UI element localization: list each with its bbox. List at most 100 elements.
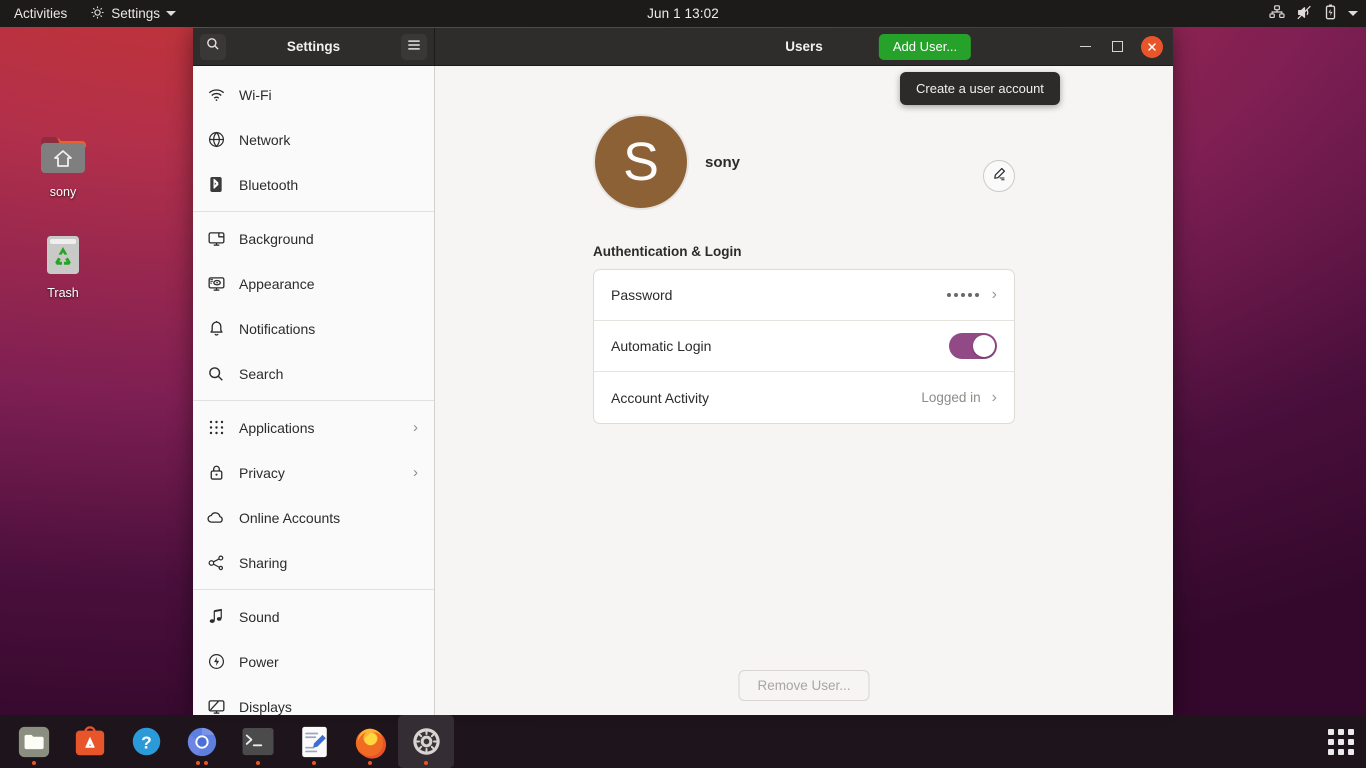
dock-indicator [230, 761, 286, 765]
sidebar-item-label: Sound [239, 608, 280, 625]
sidebar-item-label: Background [239, 230, 314, 247]
dock-item-files[interactable] [6, 715, 62, 768]
sidebar-item-label: Applications [239, 419, 315, 436]
add-user-button[interactable]: Add User... [878, 33, 972, 60]
sidebar-item-bluetooth[interactable]: Bluetooth [193, 162, 434, 207]
dock-item-ubuntu-software[interactable] [62, 715, 118, 768]
hamburger-menu-icon [407, 38, 421, 56]
gnome-top-bar: Activities Settings Jun 1 13:02 [0, 0, 1366, 27]
sidebar-item-label: Power [239, 653, 279, 670]
maximize-button[interactable] [1109, 39, 1125, 55]
apps-grid-icon [207, 420, 225, 435]
show-applications-button[interactable] [1328, 728, 1366, 755]
dock-item-text-editor[interactable] [286, 715, 342, 768]
chevron-right-icon: › [413, 419, 418, 436]
hamburger-menu-button[interactable] [401, 33, 427, 60]
dock-indicator [174, 761, 230, 765]
close-button[interactable] [1141, 35, 1163, 58]
dock-indicator [342, 761, 398, 765]
app-menu-label: Settings [111, 6, 161, 21]
background-icon [207, 231, 225, 247]
sidebar-item-sound[interactable]: Sound [193, 594, 434, 639]
window-header-right: Users Add User... [435, 28, 1173, 65]
sidebar-separator [193, 211, 434, 212]
sidebar-item-appearance[interactable]: Appearance [193, 261, 434, 306]
home-folder-icon [38, 133, 88, 180]
sidebar-separator [193, 400, 434, 401]
add-user-tooltip: Create a user account [900, 72, 1060, 105]
dock-item-help[interactable]: ? [118, 715, 174, 768]
volume-muted-icon [1296, 5, 1313, 23]
sidebar-header: Settings [193, 28, 435, 65]
row-password[interactable]: Password › [594, 270, 1014, 321]
remove-user-button[interactable]: Remove User... [738, 670, 870, 701]
gear-icon [90, 5, 105, 23]
bell-icon [207, 320, 225, 337]
row-account-activity[interactable]: Account Activity Logged in › [594, 372, 1014, 423]
settings-sidebar[interactable]: Wi-Fi Network Bluetooth Background Appea… [193, 66, 435, 715]
clock[interactable]: Jun 1 13:02 [0, 6, 1366, 21]
activities-button[interactable]: Activities [0, 0, 81, 27]
chevron-down-icon [166, 11, 177, 16]
sidebar-item-label: Privacy [239, 464, 285, 481]
sidebar-item-label: Displays [239, 698, 292, 715]
sidebar-item-wifi[interactable]: Wi-Fi [193, 72, 434, 117]
sidebar-item-displays[interactable]: Displays [193, 684, 434, 715]
row-label: Automatic Login [611, 338, 712, 354]
activities-label: Activities [14, 6, 68, 21]
sidebar-item-network[interactable]: Network [193, 117, 434, 162]
dock-items: ? [0, 715, 454, 768]
dock-item-terminal[interactable] [230, 715, 286, 768]
display-icon [207, 699, 225, 715]
desktop-icon-home[interactable]: sony [21, 133, 105, 200]
firefox-icon [355, 728, 387, 759]
help-icon: ? [132, 727, 160, 756]
sidebar-item-notifications[interactable]: Notifications [193, 306, 434, 351]
desktop-icon-label: sony [49, 185, 77, 199]
desktop-icon-trash[interactable]: Trash [21, 230, 105, 301]
sidebar-title: Settings [286, 39, 341, 54]
sidebar-item-background[interactable]: Background [193, 216, 434, 261]
caret-down-icon[interactable] [1348, 11, 1358, 16]
dock-item-firefox[interactable] [342, 715, 398, 768]
bluetooth-icon [207, 176, 225, 193]
dock-indicator [398, 761, 454, 765]
sidebar-item-applications[interactable]: Applications › [193, 405, 434, 450]
sidebar-item-sharing[interactable]: Sharing [193, 540, 434, 585]
cloud-icon [207, 511, 225, 524]
share-icon [207, 555, 225, 571]
top-bar-left: Activities Settings [0, 0, 185, 27]
sidebar-item-online-accounts[interactable]: Online Accounts [193, 495, 434, 540]
sidebar-item-search[interactable]: Search [193, 351, 434, 396]
authentication-list: Password › Automatic Login Account Activ… [593, 269, 1015, 424]
app-menu-button[interactable]: Settings [81, 0, 185, 27]
settings-window: Settings Users Add User... Wi-Fi Network… [193, 28, 1173, 715]
users-panel: S sony Authentication & Login Password ›… [435, 66, 1173, 715]
password-dots [946, 293, 979, 297]
terminal-icon [242, 727, 274, 755]
globe-icon [207, 131, 225, 148]
chevron-right-icon: › [991, 286, 997, 303]
chevron-right-icon: › [991, 388, 997, 406]
row-automatic-login[interactable]: Automatic Login [594, 321, 1014, 372]
search-button[interactable] [200, 33, 226, 60]
sidebar-item-privacy[interactable]: Privacy › [193, 450, 434, 495]
sidebar-separator [193, 589, 434, 590]
window-controls [1077, 35, 1167, 58]
automatic-login-toggle[interactable] [949, 333, 997, 359]
edit-user-button[interactable] [983, 160, 1015, 192]
sidebar-item-label: Notifications [239, 320, 316, 337]
search-icon [207, 366, 225, 382]
desktop-icon-label: Trash [47, 286, 79, 300]
minimize-button[interactable] [1077, 39, 1093, 55]
sidebar-item-power[interactable]: Power [193, 639, 434, 684]
row-label: Account Activity [611, 389, 710, 406]
dock-item-chromium[interactable] [174, 715, 230, 768]
dock-item-settings[interactable] [398, 715, 454, 768]
toggle-knob [973, 335, 995, 357]
system-status-area[interactable] [1269, 0, 1358, 27]
chromium-icon [187, 727, 217, 756]
avatar[interactable]: S [593, 114, 689, 210]
dock-indicator [286, 761, 342, 765]
music-note-icon [207, 608, 225, 625]
